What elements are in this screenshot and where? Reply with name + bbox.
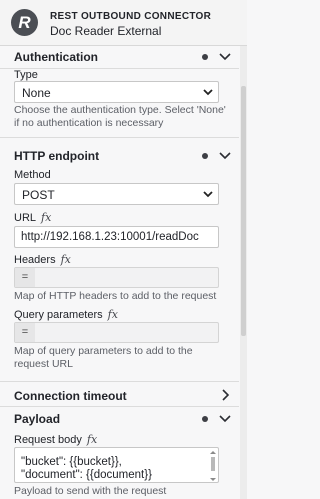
chevron-down-icon	[203, 191, 213, 198]
section-payload-header[interactable]: Payload	[0, 408, 239, 430]
fx-icon[interactable]: fx	[61, 253, 71, 266]
auth-type-select[interactable]: None	[14, 81, 219, 103]
request-body-label: Request body fx	[14, 433, 97, 446]
equals-icon: =	[15, 323, 35, 342]
equals-icon: =	[15, 268, 35, 287]
section-connection-timeout-title: Connection timeout	[14, 389, 127, 403]
panel-scrollbar[interactable]	[240, 46, 247, 499]
query-params-description: Map of query parameters to add to the re…	[14, 345, 193, 370]
auth-type-label: Type	[14, 69, 38, 81]
url-field[interactable]: http://192.168.1.23:10001/readDoc	[14, 226, 219, 248]
headers-label-text: Headers	[14, 254, 56, 266]
request-body-line: "document": {{document}}	[21, 469, 152, 481]
method-value: POST	[22, 188, 55, 202]
fx-icon[interactable]: fx	[41, 211, 51, 224]
connector-title: REST OUTBOUND CONNECTOR	[50, 11, 212, 22]
section-payload-title: Payload	[14, 412, 61, 426]
section-http-endpoint-title: HTTP endpoint	[14, 149, 100, 163]
url-label: URL fx	[14, 211, 51, 224]
chevron-right-icon[interactable]	[217, 387, 233, 403]
textarea-scrollbar[interactable]	[209, 450, 217, 482]
chevron-down-icon	[203, 89, 213, 96]
rest-connector-logo-icon: R	[11, 9, 38, 36]
headers-label: Headers fx	[14, 253, 71, 266]
method-select[interactable]: POST	[14, 183, 219, 205]
query-params-label: Query parameters fx	[14, 308, 118, 321]
section-connection-timeout-header[interactable]: Connection timeout	[0, 385, 239, 407]
dot-indicator-icon	[202, 153, 208, 159]
query-params-map-field[interactable]: =	[14, 322, 219, 343]
headers-description: Map of HTTP headers to add to the reques…	[14, 290, 217, 302]
auth-type-description: Choose the authentication type. Select '…	[14, 104, 226, 129]
section-authentication-header[interactable]: Authentication	[0, 46, 239, 68]
panel-scrollbar-thumb[interactable]	[241, 86, 246, 336]
divider	[0, 406, 239, 407]
method-label: Method	[14, 169, 51, 181]
dot-indicator-icon	[202, 416, 208, 422]
url-label-text: URL	[14, 212, 37, 224]
query-params-label-text: Query parameters	[14, 309, 103, 321]
url-value: http://192.168.1.23:10001/readDoc	[21, 231, 199, 243]
request-body-textarea[interactable]: ` "bucket": {{bucket}}, "document": {{do…	[14, 447, 219, 483]
chevron-down-icon[interactable]	[217, 410, 233, 426]
chevron-down-icon[interactable]	[217, 147, 233, 163]
connector-subtitle: Doc Reader External	[50, 24, 162, 38]
request-body-label-text: Request body	[14, 434, 82, 446]
auth-type-value: None	[22, 86, 51, 100]
fx-icon[interactable]: fx	[108, 308, 118, 321]
request-body-description: Payload to send with the request	[14, 485, 167, 497]
divider	[0, 137, 239, 138]
request-body-line: "bucket": {{bucket}},	[21, 456, 122, 468]
connector-header: R REST OUTBOUND CONNECTOR Doc Reader Ext…	[0, 0, 247, 46]
chevron-down-icon[interactable]	[217, 48, 233, 64]
dot-indicator-icon	[202, 54, 208, 60]
section-authentication-title: Authentication	[14, 50, 98, 64]
fx-icon[interactable]: fx	[87, 433, 97, 446]
section-http-endpoint-header[interactable]: HTTP endpoint	[0, 145, 239, 167]
divider	[0, 381, 239, 382]
headers-map-field[interactable]: =	[14, 267, 219, 288]
